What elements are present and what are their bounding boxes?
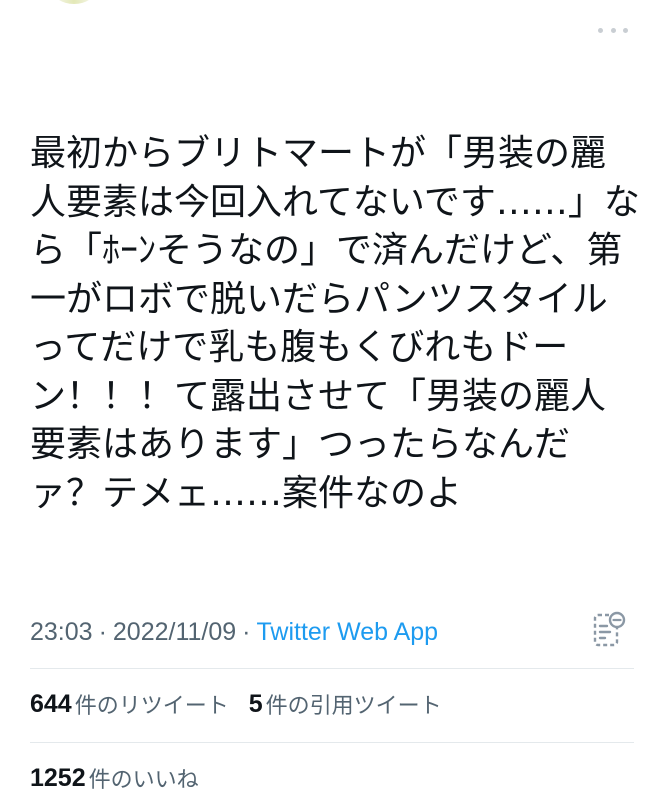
divider <box>30 742 634 743</box>
tweet-text-line: 最初からブリトマートが「男装の麗 <box>30 133 607 174</box>
tweet-detail-page: 最初からブリトマートが「男装の麗 人要素は今回入れてないです……」な ら「ﾎｰﾝ… <box>0 0 664 800</box>
likes-label[interactable]: 件のいいね <box>89 762 199 794</box>
divider <box>30 668 634 669</box>
more-dot <box>610 27 616 33</box>
meta-separator: · <box>98 617 107 646</box>
tweet-text-line: ン！！！て露出させて「男装の麗人 <box>30 375 607 417</box>
likes-stat: 1252 件のいいね <box>30 760 199 796</box>
quotes-count[interactable]: 5 <box>249 690 263 719</box>
tweet-source-link[interactable]: Twitter Web App <box>257 618 439 647</box>
tweet-text-line: ァ？テメェ……案件なのよ <box>30 472 463 514</box>
author-avatar[interactable] <box>52 0 96 4</box>
tweet-metadata: 23:03 · 2022/11/09 · Twitter Web App <box>30 612 438 652</box>
meta-separator: · <box>242 617 251 646</box>
tweet-date[interactable]: 2022/11/09 <box>113 618 236 647</box>
tweet-text-line: ってだけで乳も腹もくびれもドー <box>30 327 569 368</box>
tweet-text-line: 人要素は今回入れてないです……」な <box>30 181 640 223</box>
more-dot <box>623 27 628 33</box>
engagement-stats: 644 件のリツイート 5 件の引用ツイート <box>30 686 442 722</box>
more-options-icon[interactable] <box>598 20 628 40</box>
analytics-icon[interactable] <box>592 611 626 649</box>
more-dot <box>598 27 603 33</box>
tweet-text-line: 要素はあります」つったらなんだ <box>30 424 571 465</box>
tweet-time[interactable]: 23:03 <box>30 618 93 647</box>
quotes-label[interactable]: 件の引用ツイート <box>266 688 442 720</box>
retweets-label[interactable]: 件のリツイート <box>75 688 229 720</box>
likes-count[interactable]: 1252 <box>30 764 86 793</box>
tweet-text-line: ら「ﾎｰﾝそうなの」で済んだけど、第 <box>30 230 623 271</box>
tweet-text-line: 一がロボで脱いだらパンツスタイル <box>30 278 608 320</box>
retweets-count[interactable]: 644 <box>30 690 72 719</box>
tweet-text: 最初からブリトマートが「男装の麗 人要素は今回入れてないです……」な ら「ﾎｰﾝ… <box>30 130 640 518</box>
